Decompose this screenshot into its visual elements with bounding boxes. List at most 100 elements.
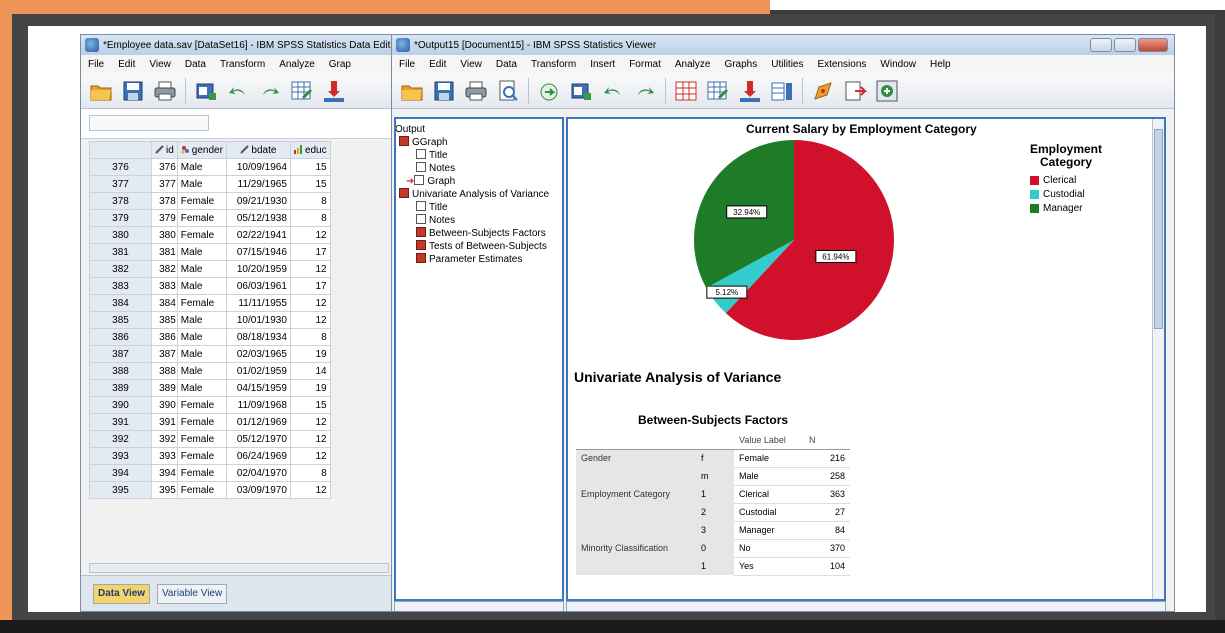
viewer-menu-analyze[interactable]: Analyze — [668, 59, 718, 70]
cell-educ[interactable]: 12 — [289, 413, 331, 431]
cell-gender[interactable]: Female — [176, 413, 227, 431]
cell-educ[interactable]: 12 — [289, 311, 331, 329]
column-header-educ[interactable]: educ — [289, 141, 331, 159]
outline-uav[interactable]: Univariate Analysis of Variance — [399, 188, 549, 201]
cell-bdate[interactable]: 10/09/1964 — [225, 158, 291, 176]
outline-params[interactable]: Parameter Estimates — [416, 253, 522, 266]
outline-ggraph[interactable]: GGraph — [399, 136, 448, 149]
save-icon[interactable] — [121, 79, 145, 103]
cell-gender[interactable]: Male — [176, 175, 227, 193]
outline-ggraph-notes[interactable]: Notes — [416, 162, 455, 175]
cell-educ[interactable]: 17 — [289, 243, 331, 261]
cell-educ[interactable]: 15 — [289, 175, 331, 193]
cell-id[interactable]: 390 — [151, 396, 178, 414]
between-subjects-factors-table[interactable]: Value Label N Gender f Female 216 m Male 258 Em… — [576, 431, 850, 576]
row-number[interactable]: 382 — [89, 260, 152, 278]
cell-educ[interactable]: 8 — [289, 464, 331, 482]
cell-gender[interactable]: Male — [176, 345, 227, 363]
cell-bdate[interactable]: 07/15/1946 — [225, 243, 291, 261]
open-folder-icon[interactable] — [89, 79, 113, 103]
cell-id[interactable]: 391 — [151, 413, 178, 431]
cell-id[interactable]: 395 — [151, 481, 178, 499]
tab-data-view[interactable]: Data View — [93, 584, 151, 604]
editor-menu-edit[interactable]: Edit — [111, 59, 142, 70]
column-header-id[interactable]: id — [151, 141, 178, 159]
cell-educ[interactable]: 15 — [289, 158, 331, 176]
insert-output-icon[interactable] — [843, 79, 868, 103]
cell-educ[interactable]: 12 — [289, 260, 331, 278]
cell-id[interactable]: 381 — [151, 243, 178, 261]
goto-case-icon[interactable] — [290, 79, 314, 103]
cell-gender[interactable]: Female — [176, 396, 227, 414]
cell-gender[interactable]: Female — [176, 192, 227, 210]
viewer-menu-window[interactable]: Window — [873, 59, 923, 70]
designate-window-icon[interactable] — [811, 79, 835, 103]
row-number[interactable]: 387 — [89, 345, 152, 363]
cell-id[interactable]: 379 — [151, 209, 178, 227]
row-number[interactable]: 377 — [89, 175, 152, 193]
cell-id[interactable]: 393 — [151, 447, 178, 465]
cell-educ[interactable]: 8 — [289, 209, 331, 227]
cell-educ[interactable]: 14 — [289, 362, 331, 380]
cell-bdate[interactable]: 09/21/1930 — [225, 192, 291, 210]
viewer-menu-file[interactable]: File — [392, 59, 422, 70]
outline-root[interactable]: Output — [396, 123, 425, 136]
cell-gender[interactable]: Male — [176, 328, 227, 346]
row-number[interactable]: 385 — [89, 311, 152, 329]
cell-id[interactable]: 378 — [151, 192, 178, 210]
cell-gender[interactable]: Male — [176, 277, 227, 295]
grid-horizontal-scrollbar[interactable] — [89, 563, 389, 573]
row-number[interactable]: 378 — [89, 192, 152, 210]
cell-bdate[interactable]: 01/02/1959 — [225, 362, 291, 380]
content-horizontal-scrollbar[interactable] — [566, 601, 1166, 611]
cell-bdate[interactable]: 03/09/1970 — [225, 481, 291, 499]
row-number[interactable]: 391 — [89, 413, 152, 431]
goto-variable-icon[interactable] — [738, 79, 762, 103]
row-number[interactable]: 388 — [89, 362, 152, 380]
scrollbar-thumb[interactable] — [1154, 129, 1163, 329]
outline-graph[interactable]: ➜ Graph — [406, 175, 455, 188]
cell-gender[interactable]: Male — [176, 158, 227, 176]
print-icon[interactable] — [153, 79, 177, 103]
cell-educ[interactable]: 12 — [289, 226, 331, 244]
viewer-menu-data[interactable]: Data — [489, 59, 524, 70]
row-number-header[interactable] — [89, 141, 152, 159]
maximize-button[interactable] — [1114, 38, 1136, 52]
dialog-recall-icon[interactable] — [569, 79, 593, 103]
cell-educ[interactable]: 19 — [289, 345, 331, 363]
row-number[interactable]: 376 — [89, 158, 152, 176]
cell-id[interactable]: 384 — [151, 294, 178, 312]
cell-id[interactable]: 386 — [151, 328, 178, 346]
open-folder-icon[interactable] — [400, 79, 424, 103]
viewer-titlebar[interactable]: *Output15 [Document15] - IBM SPSS Statis… — [392, 35, 1174, 55]
row-number[interactable]: 379 — [89, 209, 152, 227]
goto-data-icon[interactable] — [674, 79, 698, 103]
viewer-menu-format[interactable]: Format — [622, 59, 668, 70]
cell-gender[interactable]: Male — [176, 243, 227, 261]
variables-icon[interactable] — [770, 79, 794, 103]
viewer-menu-utilities[interactable]: Utilities — [764, 59, 810, 70]
cell-gender[interactable]: Male — [176, 362, 227, 380]
editor-menu-transform[interactable]: Transform — [213, 59, 272, 70]
viewer-menu-view[interactable]: View — [453, 59, 489, 70]
row-number[interactable]: 383 — [89, 277, 152, 295]
cell-id[interactable]: 389 — [151, 379, 178, 397]
cell-bdate[interactable]: 02/22/1941 — [225, 226, 291, 244]
undo-icon[interactable] — [601, 79, 625, 103]
cell-id[interactable]: 388 — [151, 362, 178, 380]
cell-gender[interactable]: Male — [176, 379, 227, 397]
cell-id[interactable]: 377 — [151, 175, 178, 193]
undo-icon[interactable] — [226, 79, 250, 103]
cell-bdate[interactable]: 05/12/1970 — [225, 430, 291, 448]
cell-id[interactable]: 392 — [151, 430, 178, 448]
column-header-gender[interactable]: gender — [176, 141, 227, 159]
outline-uav-notes[interactable]: Notes — [416, 214, 455, 227]
cell-gender[interactable]: Female — [176, 430, 227, 448]
cell-bdate[interactable]: 10/20/1959 — [225, 260, 291, 278]
redo-icon[interactable] — [633, 79, 657, 103]
column-header-bdate[interactable]: bdate — [225, 141, 291, 159]
cell-educ[interactable]: 8 — [289, 192, 331, 210]
cell-educ[interactable]: 12 — [289, 294, 331, 312]
cell-educ[interactable]: 19 — [289, 379, 331, 397]
cell-educ[interactable]: 8 — [289, 328, 331, 346]
